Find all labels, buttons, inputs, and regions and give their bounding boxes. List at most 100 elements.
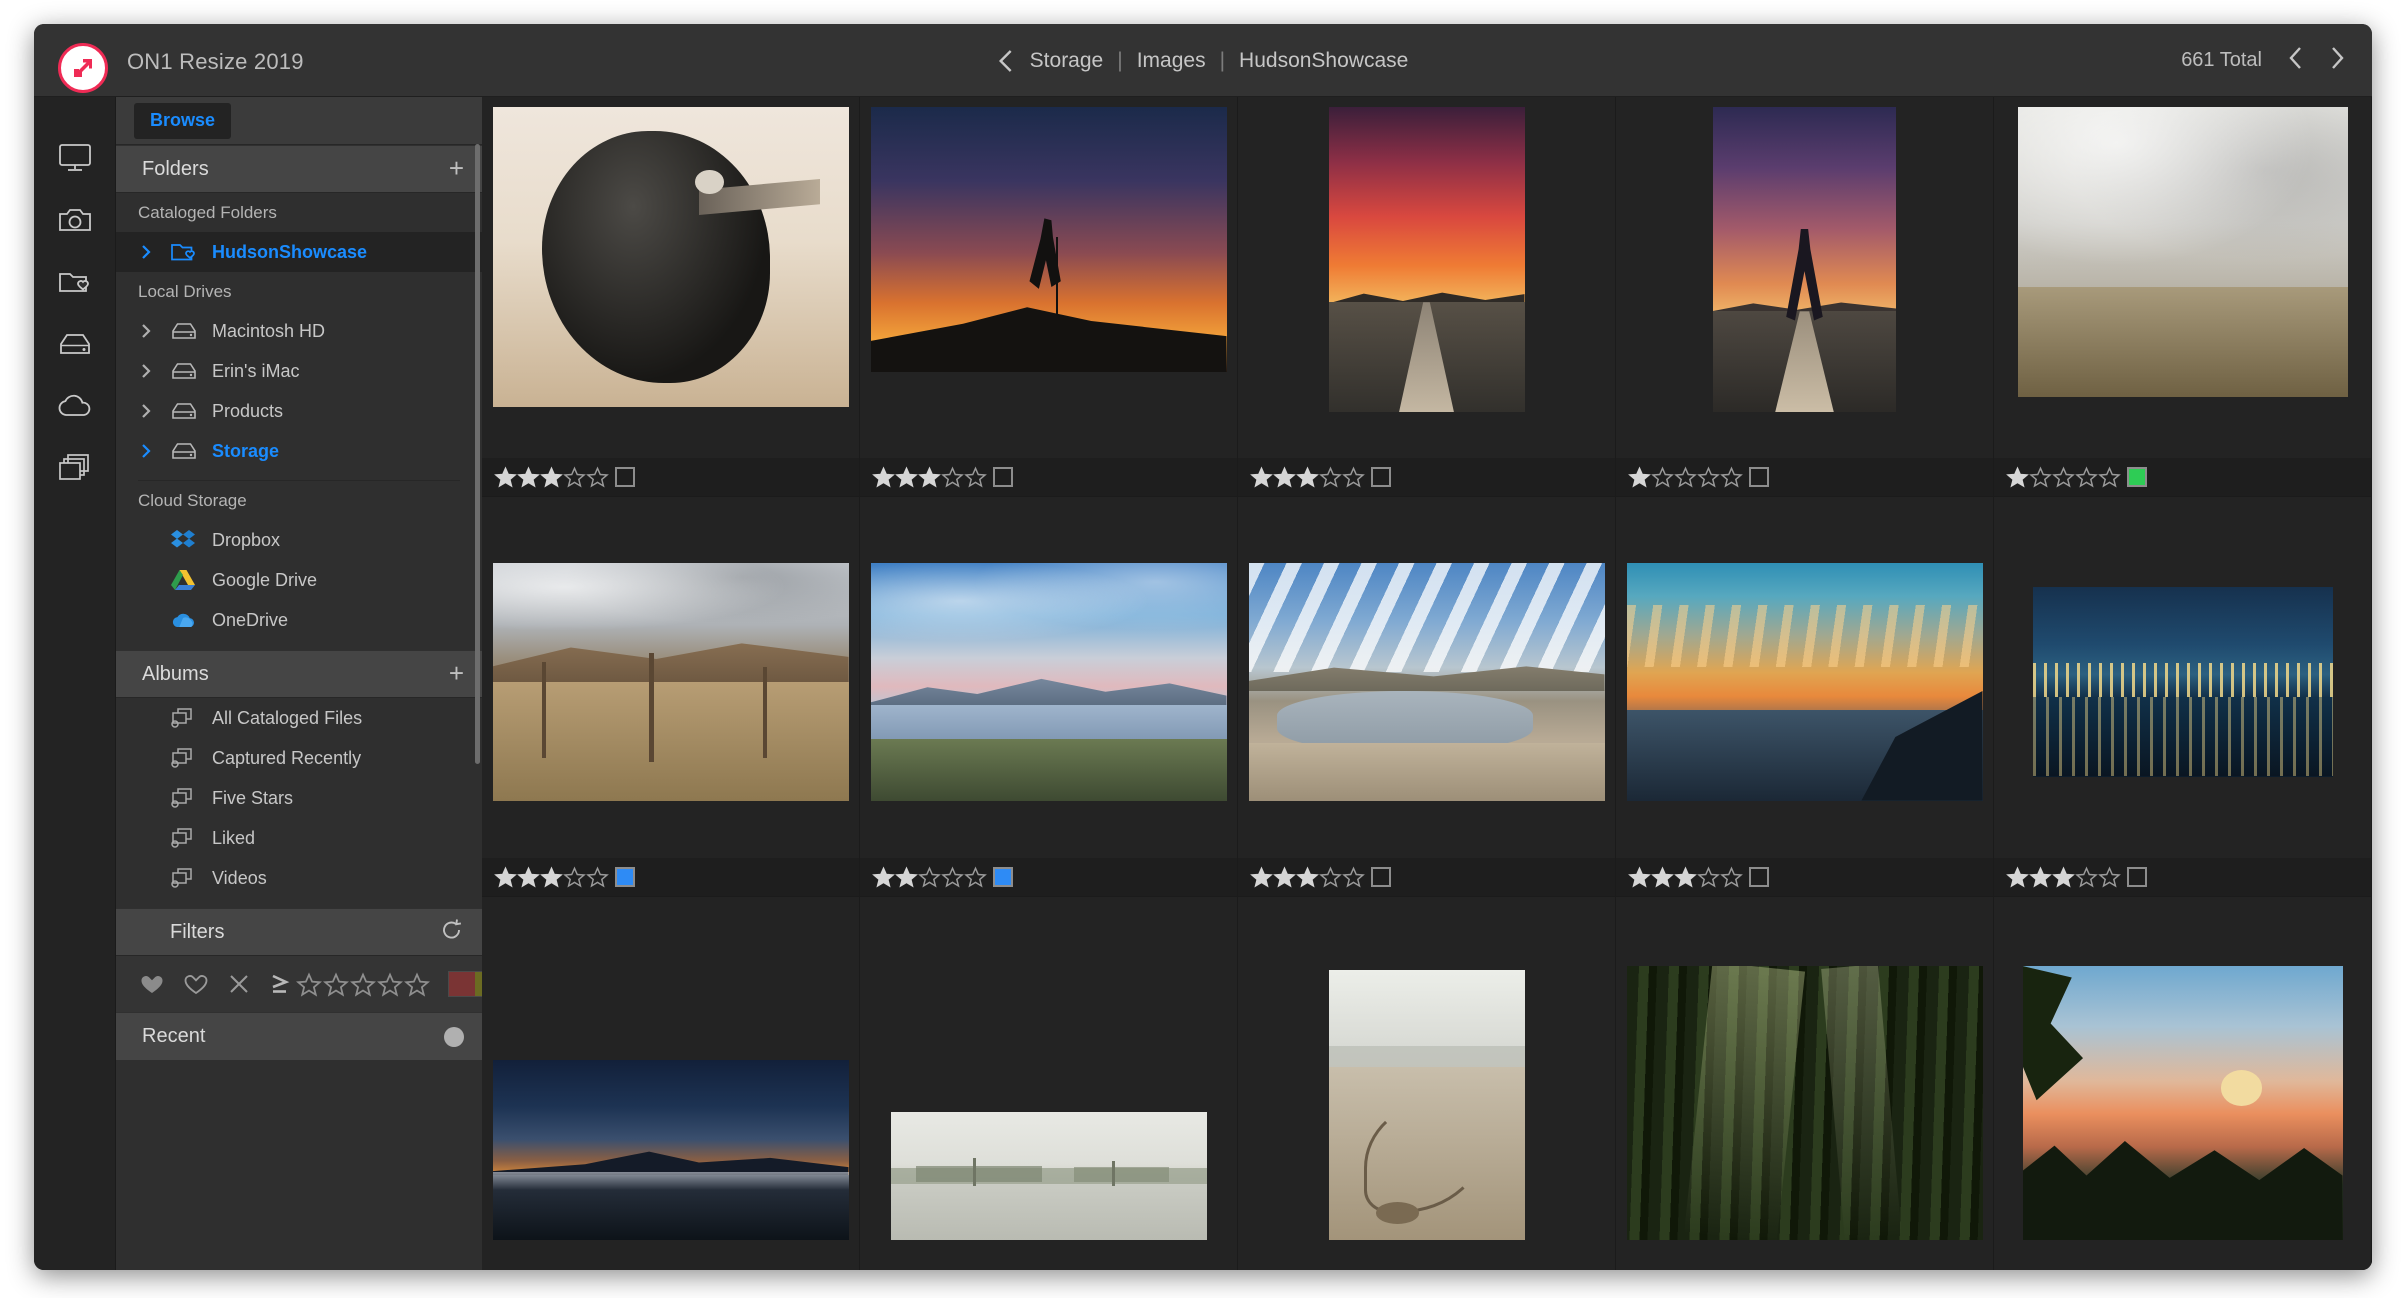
thumbnail-image-woman-on-road-sunset[interactable] [1713, 107, 1896, 412]
chevron-right-icon[interactable] [140, 243, 170, 261]
rating-filter-stars[interactable] [296, 971, 430, 997]
star-outline-icon[interactable] [586, 866, 609, 888]
color-label-chip[interactable] [1371, 867, 1391, 887]
thumbnail-image-city-lights-night[interactable] [2032, 586, 2333, 777]
star-filled-icon[interactable] [540, 866, 563, 888]
thumbnail-image-desert-road-sunset[interactable] [1328, 107, 1525, 412]
x-icon[interactable] [228, 973, 250, 995]
thumbnail-cell[interactable] [860, 97, 1238, 497]
breadcrumb-back-icon[interactable] [998, 48, 1014, 74]
cataloged-folders-module-button[interactable] [34, 251, 116, 313]
star-outline-icon[interactable] [296, 971, 322, 997]
star-filled-icon[interactable] [872, 866, 895, 888]
star-outline-icon[interactable] [2052, 466, 2075, 488]
star-outline-icon[interactable] [2029, 466, 2052, 488]
sidebar-item-erins-imac[interactable]: Erin's iMac [116, 351, 482, 391]
star-filled-icon[interactable] [1273, 466, 1296, 488]
color-label-chip[interactable] [2127, 867, 2147, 887]
star-outline-icon[interactable] [1674, 466, 1697, 488]
albums-module-button[interactable] [34, 437, 116, 499]
star-filled-icon[interactable] [494, 866, 517, 888]
star-filled-icon[interactable] [895, 866, 918, 888]
star-outline-icon[interactable] [323, 971, 349, 997]
color-label-chip[interactable] [1371, 467, 1391, 487]
rating-stars[interactable] [494, 466, 609, 488]
thumbnail-cell[interactable] [1616, 497, 1994, 897]
star-filled-icon[interactable] [872, 466, 895, 488]
sidebar-item-captured-recently[interactable]: Captured Recently [116, 738, 482, 778]
camera-module-button[interactable] [34, 189, 116, 251]
star-outline-icon[interactable] [964, 866, 987, 888]
star-filled-icon[interactable] [2006, 466, 2029, 488]
cloud-storage-module-button[interactable] [34, 375, 116, 437]
star-filled-icon[interactable] [1250, 866, 1273, 888]
color-label-chip[interactable] [2127, 467, 2147, 487]
folders-panel-header[interactable]: Folders + [116, 145, 482, 193]
rating-stars[interactable] [872, 466, 987, 488]
breadcrumb-item-0[interactable]: Storage [1030, 49, 1104, 73]
filters-panel-header[interactable]: Filters [116, 908, 482, 956]
star-outline-icon[interactable] [2075, 866, 2098, 888]
color-swatch-1[interactable] [475, 972, 482, 996]
star-outline-icon[interactable] [1342, 466, 1365, 488]
star-outline-icon[interactable] [918, 866, 941, 888]
star-outline-icon[interactable] [1720, 866, 1743, 888]
star-filled-icon[interactable] [517, 866, 540, 888]
thumbnail-image-cloud-reflection-beach[interactable] [1248, 562, 1605, 801]
thumbnail-image-hiker-silhouette-sunset[interactable] [870, 107, 1227, 372]
color-label-chip[interactable] [993, 467, 1013, 487]
star-outline-icon[interactable] [586, 466, 609, 488]
thumbnail-image-beach-rope-fog[interactable] [1328, 970, 1525, 1240]
color-label-chip[interactable] [1749, 467, 1769, 487]
breadcrumb-item-1[interactable]: Images [1137, 49, 1206, 73]
thumbnail-image-redwood-forest-sunbeams[interactable] [1626, 966, 1983, 1240]
sidebar-item-onedrive[interactable]: OneDrive [116, 600, 482, 640]
star-outline-icon[interactable] [1697, 866, 1720, 888]
thumbnail-cell[interactable] [1994, 497, 2372, 897]
star-outline-icon[interactable] [1342, 866, 1365, 888]
albums-panel-header[interactable]: Albums + [116, 650, 482, 698]
rating-stars[interactable] [2006, 866, 2121, 888]
sidebar-item-products[interactable]: Products [116, 391, 482, 431]
sidebar-item-hudsonshowcase[interactable]: HudsonShowcase [116, 232, 482, 272]
thumbnail-cell[interactable] [482, 97, 860, 497]
star-outline-icon[interactable] [941, 466, 964, 488]
rating-stars[interactable] [494, 866, 609, 888]
star-outline-icon[interactable] [350, 971, 376, 997]
chevron-right-icon[interactable] [140, 442, 170, 460]
star-outline-icon[interactable] [941, 866, 964, 888]
star-filled-icon[interactable] [1651, 866, 1674, 888]
color-label-chip[interactable] [993, 867, 1013, 887]
rating-stars[interactable] [872, 866, 987, 888]
star-filled-icon[interactable] [918, 466, 941, 488]
star-filled-icon[interactable] [1273, 866, 1296, 888]
sidebar-scrollbar[interactable] [475, 144, 480, 764]
color-label-chip[interactable] [1749, 867, 1769, 887]
thumbnail-cell[interactable] [1238, 97, 1616, 497]
thumbnail-cell[interactable] [1994, 97, 2372, 497]
thumbnail-cell[interactable] [1616, 97, 1994, 497]
color-label-chip[interactable] [615, 467, 635, 487]
rating-stars[interactable] [1250, 866, 1365, 888]
local-drives-module-button[interactable] [34, 313, 116, 375]
rating-stars[interactable] [2006, 466, 2121, 488]
star-filled-icon[interactable] [1674, 866, 1697, 888]
star-filled-icon[interactable] [1296, 466, 1319, 488]
rating-stars[interactable] [1628, 466, 1743, 488]
thumbnail-cell[interactable] [860, 497, 1238, 897]
heart-outline-icon[interactable] [184, 973, 208, 995]
sidebar-item-all-cataloged-files[interactable]: All Cataloged Files [116, 698, 482, 738]
star-outline-icon[interactable] [1319, 866, 1342, 888]
plus-icon[interactable]: + [449, 155, 464, 184]
star-outline-icon[interactable] [404, 971, 430, 997]
circle-icon[interactable] [444, 1026, 464, 1047]
browse-module-button[interactable] [34, 127, 116, 189]
star-filled-icon[interactable] [1250, 466, 1273, 488]
color-swatch-0[interactable] [449, 972, 475, 996]
sidebar-item-google-drive[interactable]: Google Drive [116, 560, 482, 600]
thumbnail-cell[interactable] [1616, 897, 1994, 1270]
star-filled-icon[interactable] [540, 466, 563, 488]
star-outline-icon[interactable] [563, 866, 586, 888]
star-filled-icon[interactable] [1628, 866, 1651, 888]
color-label-chip[interactable] [615, 867, 635, 887]
